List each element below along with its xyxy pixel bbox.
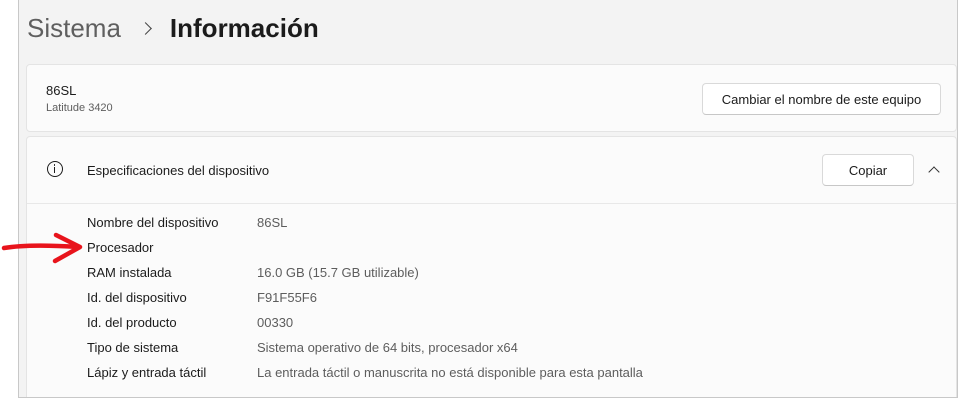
spec-label: Nombre del dispositivo (87, 215, 219, 230)
spec-value: La entrada táctil o manuscrita no está d… (257, 365, 643, 380)
settings-window: Sistema Información 86SL Latitude 3420 C… (18, 0, 958, 398)
spec-label: Id. del dispositivo (87, 290, 187, 305)
device-specs-card: Especificaciones del dispositivo Copiar … (26, 136, 957, 397)
spec-value: F91F55F6 (257, 290, 317, 305)
spec-value: Sistema operativo de 64 bits, procesador… (257, 340, 518, 355)
red-arrow-shaft (1, 243, 81, 251)
spec-label: Procesador (87, 240, 154, 255)
page-title: Información (169, 12, 319, 43)
device-name-card: 86SL Latitude 3420 Cambiar el nombre de … (26, 64, 957, 132)
copy-button[interactable]: Copiar (822, 154, 914, 186)
spec-value: 00330 (257, 315, 294, 330)
spec-label: RAM instalada (87, 265, 172, 280)
red-arrow-annotation (1, 232, 83, 264)
spec-label: Lápiz y entrada táctil (87, 365, 207, 380)
spec-label: Tipo de sistema (87, 340, 179, 355)
chevron-right-icon (139, 21, 152, 35)
breadcrumb: Sistema Información (27, 10, 319, 46)
device-specs-header[interactable]: Especificaciones del dispositivo Copiar (27, 137, 956, 204)
chevron-up-icon[interactable] (928, 166, 940, 178)
device-model: Latitude 3420 (46, 102, 113, 114)
info-icon (47, 161, 63, 177)
rename-pc-button[interactable]: Cambiar el nombre de este equipo (702, 83, 941, 115)
device-specs-title: Especificaciones del dispositivo (87, 163, 270, 178)
spec-label: Id. del producto (87, 315, 177, 330)
device-name: 86SL (46, 83, 77, 98)
spec-value: 86SL (257, 215, 288, 230)
breadcrumb-sistema[interactable]: Sistema (27, 13, 121, 44)
spec-value: 16.0 GB (15.7 GB utilizable) (257, 265, 419, 280)
